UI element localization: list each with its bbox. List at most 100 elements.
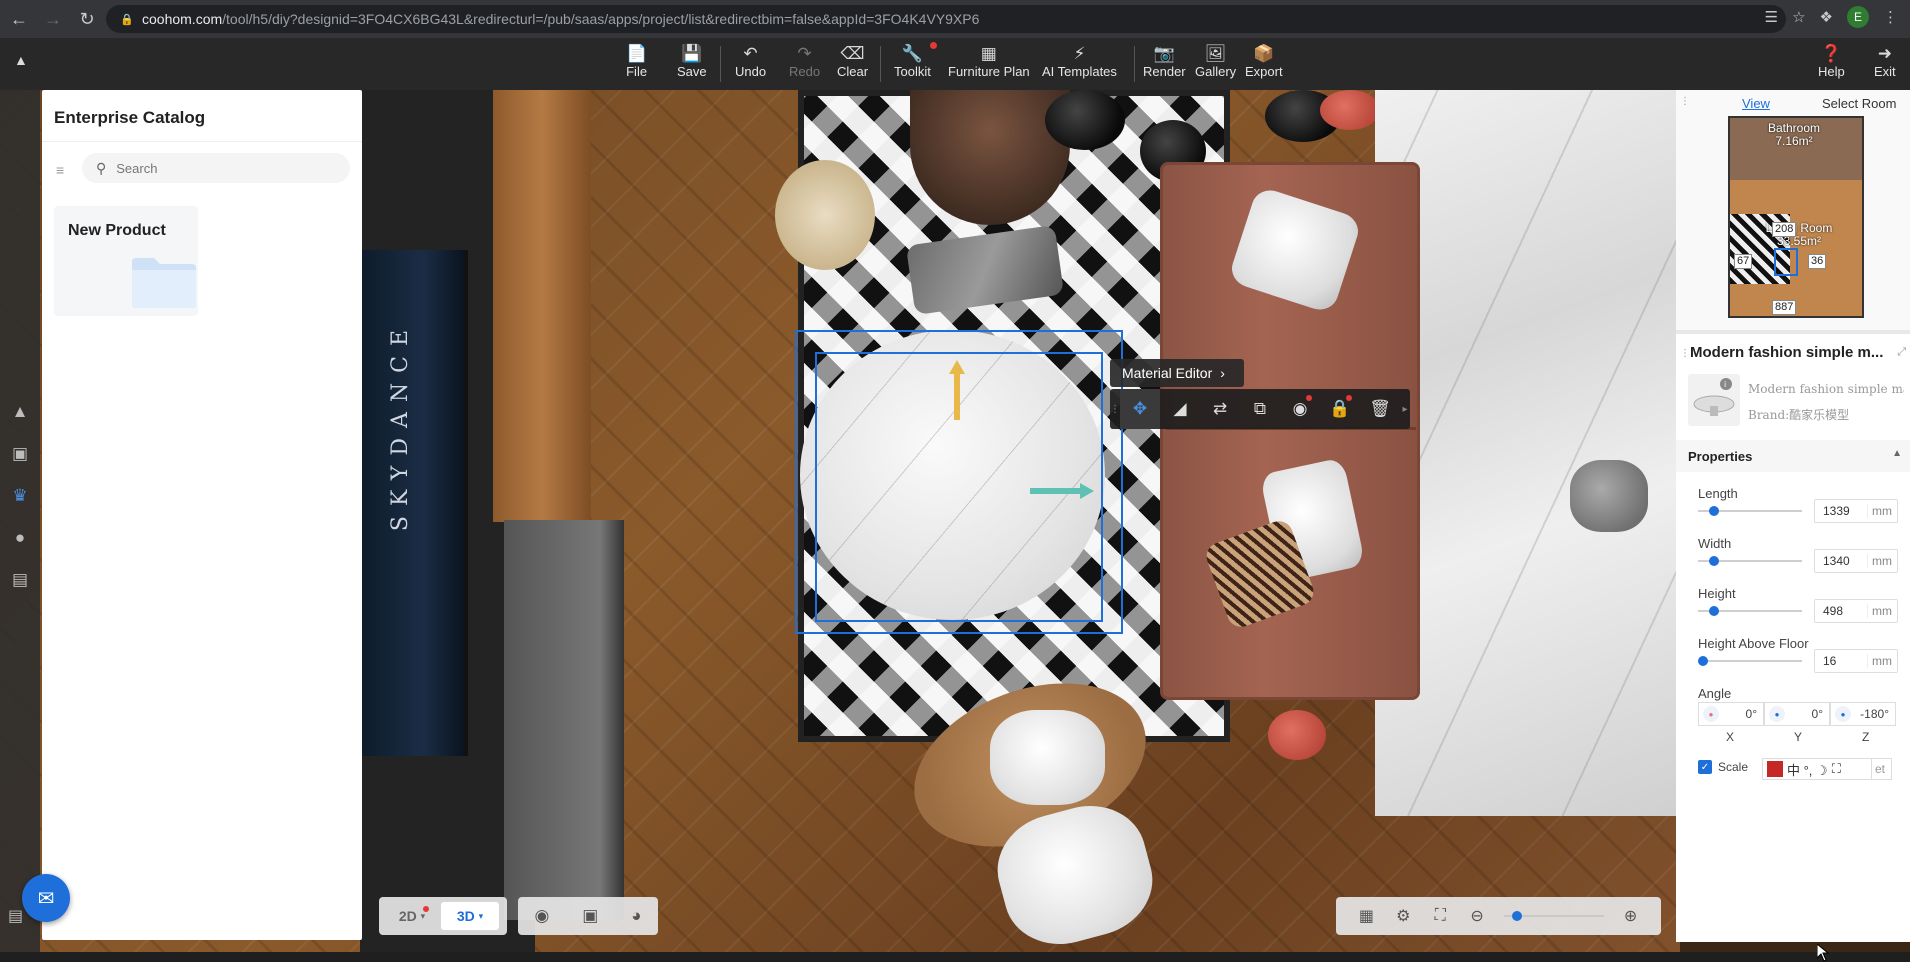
ai-templates-button[interactable]: ⚡ AI Templates — [1042, 44, 1117, 79]
drag-handle-icon[interactable]: ⋮ — [1680, 348, 1690, 359]
angle-z-field[interactable]: ● -180° — [1830, 702, 1896, 726]
drag-handle-icon[interactable]: ⋮ — [1110, 404, 1120, 415]
furniture-plan-button[interactable]: ▦ Furniture Plan — [948, 44, 1030, 79]
cube-icon[interactable]: ▣ — [582, 906, 598, 926]
back-icon[interactable]: ← — [4, 4, 34, 34]
move-tool-button[interactable]: ✥ — [1120, 389, 1160, 429]
lock-button[interactable]: 🔒 — [1320, 389, 1360, 429]
hide-button[interactable]: ◉ — [1280, 389, 1320, 429]
fit-view-icon[interactable]: ⛶ — [1422, 907, 1459, 925]
properties-header[interactable]: Properties ▲ — [1676, 440, 1910, 472]
red-stool[interactable] — [1320, 90, 1380, 130]
angle-z-value[interactable]: -180° — [1860, 707, 1895, 721]
grey-cabinet[interactable] — [504, 520, 624, 920]
width-slider-knob[interactable] — [1709, 556, 1720, 566]
side-table[interactable] — [775, 160, 875, 270]
file-button[interactable]: 📄 File — [626, 44, 647, 79]
black-chair[interactable] — [1045, 90, 1125, 150]
minimap-tab-view[interactable]: View — [1742, 96, 1770, 111]
enterprise-crown-icon[interactable]: ♛ — [8, 484, 32, 508]
sitemap-icon[interactable]: ▤ — [8, 906, 23, 926]
height-slider-knob[interactable] — [1709, 606, 1720, 616]
kitchen-icon[interactable]: ▤ — [8, 568, 32, 592]
translate-icon[interactable]: ☰ — [1765, 8, 1778, 26]
move-arrow-right-icon[interactable] — [1030, 483, 1094, 499]
extensions-icon[interactable]: ❖ — [1820, 8, 1833, 26]
app-logo-icon[interactable]: ▲ — [14, 52, 38, 72]
length-slider-knob[interactable] — [1709, 506, 1720, 516]
furniture-icon[interactable]: ▣ — [8, 442, 32, 466]
copy-button[interactable]: ⧉ — [1240, 389, 1280, 429]
export-button[interactable]: 📦 Export — [1245, 44, 1283, 79]
profile-avatar[interactable]: E — [1847, 6, 1869, 28]
angle-y-value[interactable]: 0° — [1812, 707, 1829, 721]
tv-screen[interactable] — [360, 250, 468, 756]
view-3d-button[interactable]: 3D ▾ — [441, 902, 499, 930]
angle-x-value[interactable]: 0° — [1746, 707, 1763, 721]
replace-button[interactable]: ⇄ — [1200, 389, 1240, 429]
collapse-caret-icon[interactable]: ▲ — [1892, 448, 1902, 459]
drag-handle-icon[interactable]: ⋮ — [1680, 96, 1690, 107]
height-above-floor-knob[interactable] — [1698, 656, 1708, 666]
length-field[interactable]: 1339 mm — [1814, 499, 1898, 523]
angle-x-field[interactable]: ● 0° — [1698, 702, 1764, 726]
material-editor-button[interactable]: Material Editor › — [1110, 359, 1244, 387]
redo-button[interactable]: ↷ Redo — [789, 44, 820, 79]
delete-button[interactable]: 🗑 — [1360, 389, 1400, 429]
angle-y-field[interactable]: ● 0° — [1764, 702, 1830, 726]
grey-stool[interactable] — [1570, 460, 1648, 532]
zoom-slider-knob[interactable] — [1511, 911, 1522, 921]
red-stool[interactable] — [1268, 710, 1326, 760]
toolkit-button[interactable]: 🔧 Toolkit — [894, 42, 937, 79]
user-icon[interactable]: ● — [8, 526, 32, 550]
expand-icon[interactable]: ⤢ — [1897, 346, 1906, 359]
wood-shelf[interactable] — [493, 90, 591, 522]
minimap-tab-select-room[interactable]: Select Room — [1822, 96, 1896, 111]
bookmark-star-icon[interactable]: ☆ — [1792, 8, 1805, 26]
scale-checkbox[interactable]: ✓ — [1698, 760, 1712, 774]
length-value[interactable]: 1339 — [1815, 504, 1867, 518]
length-slider[interactable] — [1698, 506, 1802, 516]
render-button[interactable]: 📷 Render — [1143, 44, 1186, 79]
clear-button[interactable]: ⌫ Clear — [837, 44, 868, 79]
catalog-search[interactable]: ⚲ — [82, 153, 350, 183]
object-thumbnail[interactable]: i — [1688, 374, 1740, 426]
folder-new-product[interactable]: New Product — [54, 206, 198, 316]
gallery-button[interactable]: 🖼 Gallery — [1195, 44, 1236, 79]
list-view-icon[interactable]: ≡ — [56, 162, 72, 178]
width-field[interactable]: 1340 mm — [1814, 549, 1898, 573]
height-above-floor-slider[interactable] — [1698, 656, 1802, 666]
height-value[interactable]: 498 — [1815, 604, 1867, 618]
menu-icon[interactable]: ⋮ — [1883, 8, 1898, 26]
height-slider[interactable] — [1698, 606, 1802, 616]
mirror-button[interactable]: ◢ — [1160, 389, 1200, 429]
save-button[interactable]: 💾 Save — [677, 44, 707, 79]
gauge-icon[interactable]: ◕ — [631, 906, 641, 926]
reload-icon[interactable]: ↻ — [72, 4, 102, 34]
height-above-floor-field[interactable]: 16 mm — [1814, 649, 1898, 673]
view-2d-button[interactable]: 2D ▾ — [383, 902, 441, 930]
zoom-out-icon[interactable]: ⊖ — [1459, 906, 1496, 926]
help-button[interactable]: ❓ Help — [1818, 44, 1845, 79]
width-value[interactable]: 1340 — [1815, 554, 1867, 568]
white-chair[interactable] — [990, 710, 1105, 805]
address-bar[interactable]: 🔒 coohom.com/tool/h5/diy?designid=3FO4CX… — [106, 5, 1786, 33]
chat-support-button[interactable]: ✉ — [22, 874, 70, 922]
height-field[interactable]: 498 mm — [1814, 599, 1898, 623]
camera-preset-icon[interactable]: ▦ — [1348, 906, 1385, 926]
eye-icon[interactable]: ◉ — [534, 906, 549, 926]
search-input[interactable] — [116, 160, 317, 176]
forward-icon[interactable]: → — [38, 4, 68, 34]
camera-settings-icon[interactable]: ⚙ — [1385, 906, 1422, 926]
zoom-slider[interactable] — [1503, 911, 1605, 921]
floor-plan-thumbnail[interactable]: Bathroom 7.16m² Living Room 33.55m² 208 67… — [1728, 116, 1864, 318]
height-above-floor-value[interactable]: 16 — [1815, 654, 1867, 668]
build-icon[interactable]: ▲ — [8, 400, 32, 424]
exit-button[interactable]: ➜ Exit — [1874, 44, 1896, 79]
undo-button[interactable]: ↶ Undo — [735, 44, 766, 79]
move-arrow-up-icon[interactable] — [949, 360, 965, 420]
minimap[interactable]: ⋮ View Select Room Bathroom 7.16m² Living… — [1676, 90, 1910, 330]
width-slider[interactable] — [1698, 556, 1802, 566]
shirt-icon[interactable]: ⛶ — [1832, 761, 1841, 777]
expand-caret-icon[interactable]: ▸ — [1400, 404, 1410, 415]
